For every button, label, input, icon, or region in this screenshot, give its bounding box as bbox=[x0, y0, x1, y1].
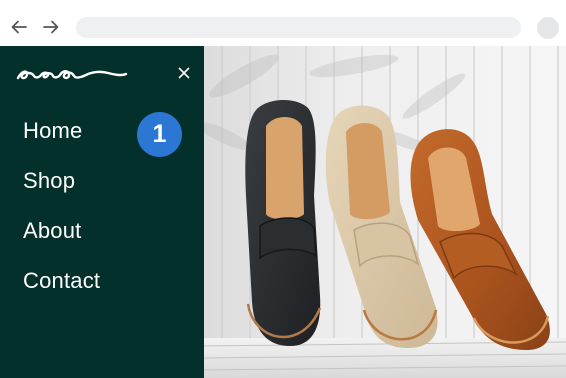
nav-menu: Home Shop About Contact bbox=[23, 110, 100, 310]
hero-image bbox=[204, 46, 566, 378]
menu-item-contact[interactable]: Contact bbox=[23, 260, 100, 310]
black-loafer bbox=[245, 99, 322, 346]
sidebar-menu: Home Shop About Contact 1 bbox=[0, 46, 204, 378]
close-icon bbox=[178, 67, 190, 79]
brand-script-logo-icon bbox=[16, 70, 128, 80]
forward-button[interactable] bbox=[41, 17, 61, 37]
back-button[interactable] bbox=[9, 17, 29, 37]
step-badge: 1 bbox=[137, 112, 182, 157]
arrow-right-icon bbox=[43, 20, 59, 34]
browser-toolbar bbox=[0, 0, 566, 46]
browser-window: Home Shop About Contact 1 bbox=[0, 0, 566, 378]
address-bar[interactable] bbox=[76, 17, 521, 38]
brand-logo[interactable] bbox=[16, 63, 128, 83]
profile-avatar[interactable] bbox=[537, 17, 559, 39]
loafers-photo bbox=[204, 46, 566, 378]
menu-item-about[interactable]: About bbox=[23, 210, 100, 260]
arrow-left-icon bbox=[11, 20, 27, 34]
close-menu-button[interactable] bbox=[176, 65, 192, 81]
menu-item-home[interactable]: Home bbox=[23, 110, 100, 160]
menu-item-shop[interactable]: Shop bbox=[23, 160, 100, 210]
